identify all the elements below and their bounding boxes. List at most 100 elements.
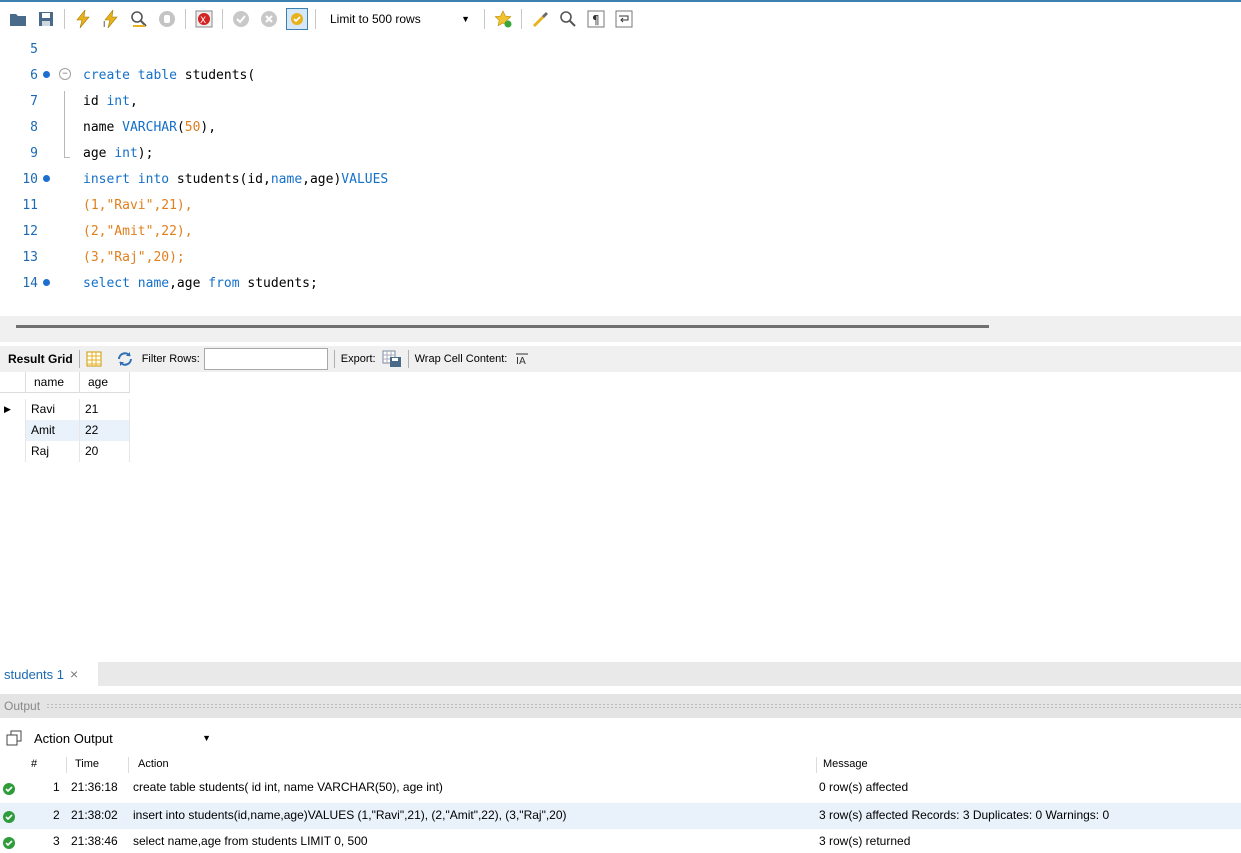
result-grid-label[interactable]: Result Grid — [8, 352, 73, 366]
column-separator — [66, 757, 67, 773]
table-cell[interactable]: 22 — [80, 420, 130, 441]
row-time: 21:38:02 — [71, 808, 118, 822]
beautify-icon[interactable] — [529, 8, 551, 30]
toolbar-separator — [185, 9, 186, 29]
row-message: 3 row(s) affected Records: 3 Duplicates:… — [819, 808, 1110, 822]
scrollbar-thumb[interactable] — [16, 325, 989, 328]
row-message: 0 row(s) affected — [819, 780, 909, 794]
rollback-icon[interactable] — [258, 8, 280, 30]
filter-rows-input[interactable] — [203, 348, 328, 370]
row-action: select name,age from students LIMIT 0, 5… — [133, 834, 368, 848]
svg-text:I: I — [103, 20, 105, 28]
save-icon[interactable] — [35, 8, 57, 30]
line-number: 10 — [22, 171, 38, 187]
toolbar-separator — [222, 9, 223, 29]
tab-students-1[interactable]: students 1 × — [0, 662, 98, 686]
column-separator — [816, 757, 817, 773]
svg-text:IA: IA — [516, 356, 526, 366]
execute-icon[interactable] — [72, 8, 94, 30]
row-action: create table students( id int, name VARC… — [133, 780, 443, 794]
success-check-icon — [3, 837, 15, 849]
row-message: 3 row(s) returned — [819, 834, 911, 848]
export-icon[interactable] — [382, 350, 402, 368]
find-icon[interactable] — [557, 8, 579, 30]
output-type-select[interactable]: Action Output ▼ — [30, 727, 215, 749]
sql-editor[interactable]: 5 6 − create table students( 7 id int, 8… — [0, 36, 1241, 316]
table-row[interactable]: Amit 22 — [0, 420, 130, 441]
limit-rows-value: Limit to 500 rows — [330, 12, 421, 26]
tab-label: students 1 — [4, 666, 64, 682]
result-tab-strip: students 1 × — [0, 662, 1241, 686]
table-row[interactable]: ▶ Ravi 21 — [0, 399, 130, 420]
toolbar-separator — [64, 9, 65, 29]
copy-icon[interactable] — [6, 730, 22, 746]
column-header: Message — [823, 758, 868, 770]
export-label: Export: — [340, 353, 376, 365]
success-check-icon — [3, 811, 15, 823]
toolbar-separator — [315, 9, 316, 29]
statement-marker-icon — [43, 279, 50, 286]
output-row[interactable]: 1 21:36:18 create table students( id int… — [0, 775, 1241, 801]
stop-icon[interactable] — [156, 8, 178, 30]
toolbar-separator — [407, 350, 409, 368]
line-number: 7 — [30, 93, 38, 109]
code-text: id int, — [83, 93, 138, 109]
table-cell[interactable]: 21 — [80, 399, 130, 420]
row-number: 3 — [53, 834, 60, 848]
autocommit-icon[interactable] — [286, 8, 308, 30]
commit-icon[interactable] — [230, 8, 252, 30]
row-time: 21:38:46 — [71, 834, 118, 848]
result-toolbar: Result Grid Filter Rows: Export: Wrap Ce… — [0, 346, 1241, 372]
form-editor-icon[interactable] — [86, 351, 102, 367]
output-table-header: # Time Action Message — [0, 755, 1241, 775]
table-row[interactable]: Raj 20 — [0, 441, 130, 462]
limit-rows-select[interactable]: Limit to 500 rows ▼ — [324, 8, 476, 30]
invisible-chars-icon[interactable]: ¶ — [585, 8, 607, 30]
wrap-cell-label: Wrap Cell Content: — [414, 353, 508, 365]
table-cell[interactable]: Ravi — [26, 399, 80, 420]
line-number: 11 — [22, 197, 38, 213]
open-folder-icon[interactable] — [7, 8, 29, 30]
code-line: 13 (3,"Raj",20); — [0, 244, 1241, 270]
svg-text:¶: ¶ — [592, 13, 600, 27]
table-cell[interactable]: 20 — [80, 441, 130, 462]
editor-horizontal-scrollbar[interactable] — [0, 316, 1241, 342]
line-number: 8 — [30, 119, 38, 135]
row-header-corner — [0, 371, 26, 393]
row-action: insert into students(id,name,age)VALUES … — [133, 808, 567, 822]
fold-toggle-icon[interactable]: − — [59, 68, 71, 80]
table-cell[interactable]: Raj — [26, 441, 80, 462]
drag-handle[interactable] — [46, 703, 1241, 709]
explain-icon[interactable] — [128, 8, 150, 30]
add-snippet-icon[interactable] — [492, 8, 514, 30]
column-separator — [128, 757, 129, 773]
toolbar-separator — [521, 9, 522, 29]
success-check-icon — [3, 783, 15, 795]
line-number: 9 — [30, 145, 38, 161]
wrap-icon[interactable] — [613, 8, 635, 30]
chevron-down-icon: ▼ — [461, 14, 470, 24]
execute-current-icon[interactable]: I — [100, 8, 122, 30]
code-line: 14 select name,age from students; — [0, 270, 1241, 296]
toolbar-separator — [78, 350, 80, 368]
toggle-error-icon[interactable]: X — [193, 8, 215, 30]
column-header[interactable]: name — [26, 371, 80, 393]
output-row[interactable]: 3 21:38:46 select name,age from students… — [0, 829, 1241, 853]
output-row[interactable]: 2 21:38:02 insert into students(id,name,… — [0, 803, 1241, 829]
row-number: 2 — [53, 808, 60, 822]
toolbar-separator — [484, 9, 485, 29]
column-header[interactable]: age — [80, 371, 130, 393]
refresh-icon[interactable] — [116, 351, 134, 367]
line-number: 12 — [22, 223, 38, 239]
code-text: (1,"Ravi",21), — [83, 197, 193, 213]
output-panel-header: Output — [0, 694, 1241, 718]
table-cell[interactable]: Amit — [26, 420, 80, 441]
row-header — [0, 441, 26, 462]
wrap-cell-icon[interactable]: IA — [515, 352, 529, 366]
code-text: insert into students(id,name,age)VALUES — [83, 171, 389, 187]
code-line: 10 insert into students(id,name,age)VALU… — [0, 166, 1241, 192]
code-text: (2,"Amit",22), — [83, 223, 193, 239]
close-icon[interactable]: × — [70, 666, 78, 682]
code-line: 5 — [0, 36, 1241, 62]
toolbar-separator — [333, 350, 335, 368]
